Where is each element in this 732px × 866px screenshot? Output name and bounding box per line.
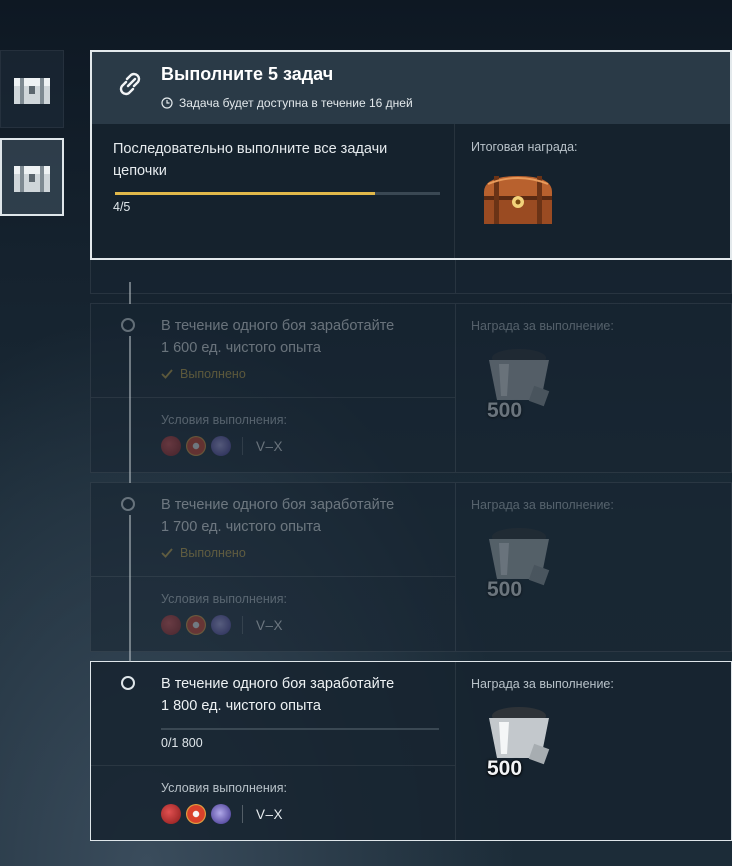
flag-icon xyxy=(161,436,181,456)
tier-range: V–X xyxy=(256,806,284,822)
task-progress-bar xyxy=(161,728,439,730)
sidebar-chain-button-2[interactable] xyxy=(0,138,64,216)
conditions-row: V–X xyxy=(161,804,283,824)
reward-label: Награда за выполнение: xyxy=(471,319,614,333)
conditions-label: Условия выполнения: xyxy=(161,592,287,606)
chain-progress-text: 4/5 xyxy=(113,200,131,214)
conditions-row: V–X xyxy=(161,436,283,456)
flag-icon xyxy=(186,436,206,456)
chain-progress-bar xyxy=(115,192,440,195)
task-title: В течение одного боя заработайте 1 600 е… xyxy=(161,318,395,356)
flag-icon xyxy=(211,615,231,635)
task-status-circle xyxy=(121,676,135,690)
task-title: В течение одного боя заработайте 1 700 е… xyxy=(161,497,395,535)
clock-icon xyxy=(161,97,173,109)
flag-icon xyxy=(211,436,231,456)
flag-icon xyxy=(186,804,206,824)
flag-icon xyxy=(211,804,231,824)
reward-label: Награда за выполнение: xyxy=(471,677,614,691)
task-card-2[interactable]: В течение одного боя заработайте 1 700 е… xyxy=(90,482,732,652)
tier-range: V–X xyxy=(256,438,284,454)
chain-title: Выполните 5 задач xyxy=(161,64,334,84)
chain-description: Последовательно выполните все задачи цеп… xyxy=(113,141,388,179)
final-reward-label: Итоговая награда: xyxy=(471,140,578,154)
conditions-row: V–X xyxy=(161,615,283,635)
reward-label: Награда за выполнение: xyxy=(471,498,614,512)
task-status-circle xyxy=(121,497,135,511)
reward-amount: 500 xyxy=(487,757,523,780)
chest-icon xyxy=(14,166,50,192)
task-title: В течение одного боя заработайте 1 800 е… xyxy=(161,676,395,714)
treasure-chest-icon xyxy=(484,176,552,224)
task-card-1[interactable]: В течение одного боя заработайте 1 600 е… xyxy=(90,303,732,473)
sidebar-chain-button-1[interactable] xyxy=(0,50,64,128)
chain-header-card[interactable]: Выполните 5 задач Задача будет доступна … xyxy=(90,50,732,260)
reward-amount: 500 xyxy=(487,399,523,422)
timeline-line xyxy=(129,282,131,304)
conditions-label: Условия выполнения: xyxy=(161,781,287,795)
checkmark-icon xyxy=(161,548,173,558)
flag-icon xyxy=(161,615,181,635)
link-icon xyxy=(119,72,141,96)
conditions-label: Условия выполнения: xyxy=(161,413,287,427)
timeline-line xyxy=(129,515,131,662)
task-progress-text: 0/1 800 xyxy=(161,736,203,750)
reward-amount: 500 xyxy=(487,578,523,601)
checkmark-icon xyxy=(161,369,173,379)
task-completed-status: Выполнено xyxy=(161,546,246,560)
timeline-line xyxy=(129,336,131,483)
task-card-3[interactable]: В течение одного боя заработайте 1 800 е… xyxy=(90,661,732,841)
flag-icon xyxy=(161,804,181,824)
chain-availability: Задача будет доступна в течение 16 дней xyxy=(161,96,413,110)
task-completed-status: Выполнено xyxy=(161,367,246,381)
task-status-circle xyxy=(121,318,135,332)
flag-icon xyxy=(186,615,206,635)
chest-icon xyxy=(14,78,50,104)
tier-range: V–X xyxy=(256,617,284,633)
chain-header-top: Выполните 5 задач Задача будет доступна … xyxy=(92,52,730,124)
